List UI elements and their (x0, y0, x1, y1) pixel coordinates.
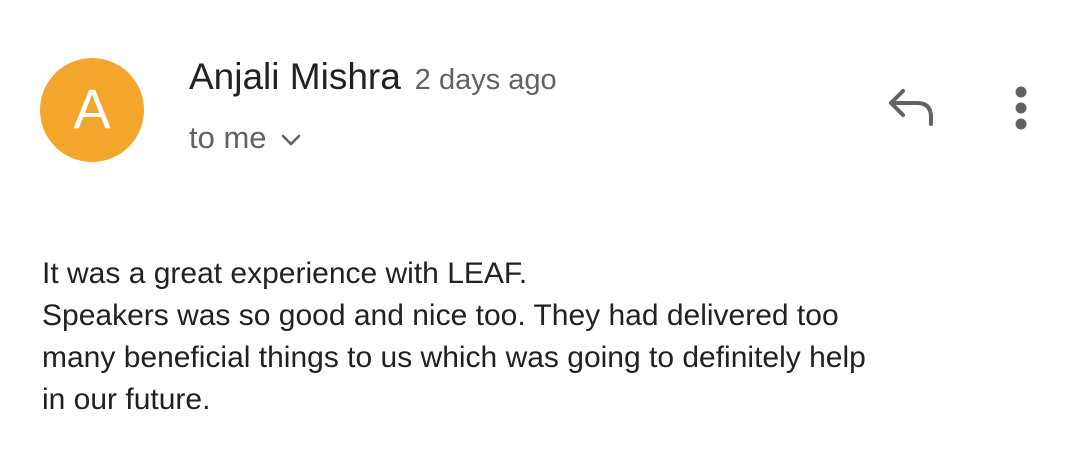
avatar-initial: A (73, 77, 111, 140)
sender-header: Anjali Mishra 2 days ago (189, 56, 557, 100)
message-body-line: in our future. (42, 383, 211, 416)
more-vertical-icon (1014, 85, 1028, 131)
message-body-line: Speakers was so good and nice too. They … (42, 299, 839, 332)
message-body: It was a great experience with LEAF. Spe… (42, 253, 1062, 421)
message-timestamp: 2 days ago (414, 64, 557, 96)
reply-button[interactable] (882, 82, 942, 132)
recipient-label: to me (189, 120, 267, 155)
recipient-details-toggle[interactable]: to me (189, 118, 301, 158)
more-options-button[interactable] (1000, 82, 1042, 134)
message-body-line: It was a great experience with LEAF. (42, 257, 528, 290)
sender-name[interactable]: Anjali Mishra (189, 56, 401, 98)
reply-icon (887, 87, 937, 127)
chevron-down-icon (281, 134, 301, 146)
message-body-line: many beneficial things to us which was g… (42, 341, 866, 374)
sender-avatar[interactable]: A (40, 58, 144, 162)
